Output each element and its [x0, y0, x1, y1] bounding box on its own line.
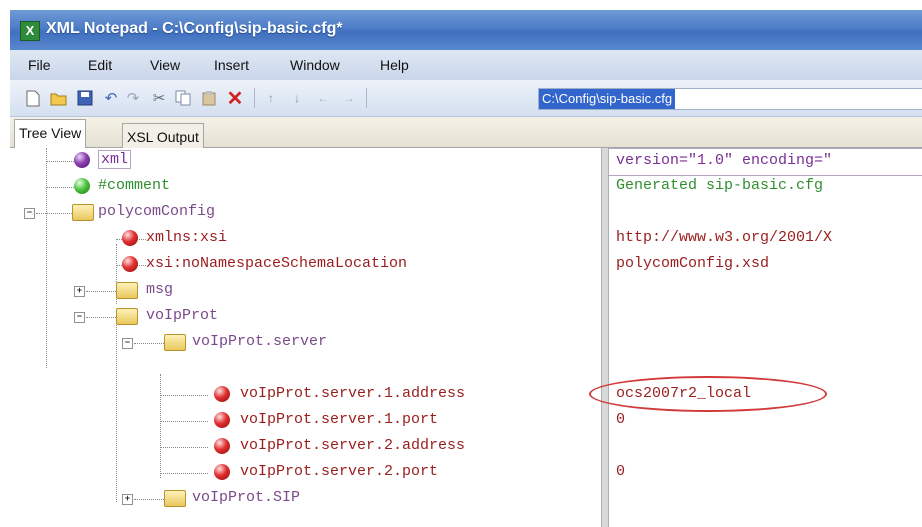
toolbar: ↶ ↷ ✂ ✕ ↑ ↓ ← → C:\Config\sip-basic.cfg: [10, 80, 922, 117]
toolbar-separator: [254, 88, 255, 108]
value-row[interactable]: version="1.0" encoding=": [608, 148, 922, 176]
tree-node-label: voIpProt.server.2.port: [240, 463, 439, 480]
value-row[interactable]: Generated sip-basic.cfg: [608, 174, 922, 200]
tree-node-label: voIpProt.server.1.address: [240, 385, 466, 402]
expand-toggle-icon[interactable]: +: [122, 494, 133, 505]
location-input[interactable]: C:\Config\sip-basic.cfg: [538, 88, 922, 110]
tree-node[interactable]: voIpProt.server.2.port: [10, 460, 601, 486]
tab-xsl-output[interactable]: XSL Output: [122, 123, 204, 150]
red-ball-icon: [214, 386, 230, 402]
menu-file[interactable]: File: [28, 57, 51, 73]
tree-node[interactable]: − voIpProt.server: [10, 330, 601, 356]
tree-node-label: voIpProt: [146, 307, 219, 324]
folder-icon: [72, 204, 94, 221]
red-ball-icon: [214, 464, 230, 480]
editor-panel: xml #comment − polycomConfig xmlns:xsi x…: [10, 148, 922, 527]
annotation-highlight-ellipse: [589, 376, 827, 412]
menu-view[interactable]: View: [150, 57, 180, 73]
value-text: 0: [616, 463, 626, 480]
save-icon[interactable]: [76, 89, 94, 107]
tree-node[interactable]: + voIpProt.SIP: [10, 486, 601, 512]
new-file-icon[interactable]: [24, 89, 42, 107]
value-text: polycomConfig.xsd: [616, 255, 770, 272]
value-text: Generated sip-basic.cfg: [616, 177, 824, 194]
undo-icon[interactable]: ↶: [102, 89, 120, 107]
value-text: 0: [616, 411, 626, 428]
expand-toggle-icon[interactable]: +: [74, 286, 85, 297]
red-ball-icon: [214, 438, 230, 454]
red-ball-icon: [122, 256, 138, 272]
red-ball-icon: [214, 412, 230, 428]
tree-node-label: voIpProt.server.1.port: [240, 411, 439, 428]
cut-icon[interactable]: ✂: [150, 89, 168, 107]
tree-node-label: xml: [98, 150, 132, 169]
collapse-toggle-icon[interactable]: −: [24, 208, 35, 219]
nudge-right-icon[interactable]: →: [340, 89, 358, 107]
menu-help[interactable]: Help: [380, 57, 409, 73]
value-text: http://www.w3.org/2001/X: [616, 229, 833, 246]
tree-node-label: polycomConfig: [98, 203, 216, 220]
tree-node-label: msg: [146, 281, 174, 298]
tree-node-label: voIpProt.server.2.address: [240, 437, 466, 454]
menu-edit[interactable]: Edit: [88, 57, 112, 73]
value-row[interactable]: http://www.w3.org/2001/X: [608, 226, 922, 252]
menu-insert[interactable]: Insert: [214, 57, 249, 73]
value-row[interactable]: 0: [608, 460, 922, 486]
tree-node-label: voIpProt.server: [192, 333, 328, 350]
green-ball-icon: [74, 178, 90, 194]
tab-bar: Tree View XSL Output: [10, 117, 922, 150]
collapse-toggle-icon[interactable]: −: [122, 338, 133, 349]
folder-icon: [116, 308, 138, 325]
delete-icon[interactable]: ✕: [226, 88, 244, 110]
menu-window[interactable]: Window: [290, 57, 340, 73]
menu-bar: File Edit View Insert Window Help: [10, 50, 922, 80]
tree-node[interactable]: #comment: [10, 174, 601, 200]
tree-node-label: xmlns:xsi: [146, 229, 228, 246]
tree-node[interactable]: xsi:noNamespaceSchemaLocation: [10, 252, 601, 278]
tree-node[interactable]: voIpProt.server.2.address: [10, 434, 601, 460]
nudge-left-icon[interactable]: ←: [314, 89, 332, 107]
tree-node[interactable]: xmlns:xsi: [10, 226, 601, 252]
tree-view-pane[interactable]: xml #comment − polycomConfig xmlns:xsi x…: [10, 148, 601, 527]
folder-icon: [164, 490, 186, 507]
toolbar-separator: [366, 88, 367, 108]
title-bar[interactable]: X XML Notepad - C:\Config\sip-basic.cfg*: [10, 10, 922, 50]
tree-node[interactable]: voIpProt.server.1.port: [10, 408, 601, 434]
paste-icon[interactable]: [200, 89, 218, 107]
xml-notepad-app-icon: X: [20, 21, 40, 41]
tree-node[interactable]: − polycomConfig: [10, 200, 601, 226]
collapse-toggle-icon[interactable]: −: [74, 312, 85, 323]
location-value: C:\Config\sip-basic.cfg: [539, 89, 676, 109]
value-row[interactable]: polycomConfig.xsd: [608, 252, 922, 278]
folder-icon: [164, 334, 186, 351]
open-folder-icon[interactable]: [50, 89, 68, 107]
value-row[interactable]: 0: [608, 408, 922, 434]
nudge-down-icon[interactable]: ↓: [288, 89, 306, 107]
purple-ball-icon: [74, 152, 90, 168]
tree-node-label: #comment: [98, 177, 171, 194]
tree-node[interactable]: xml: [10, 148, 601, 174]
tree-node-label: voIpProt.SIP: [192, 489, 301, 506]
redo-icon[interactable]: ↷: [124, 89, 142, 107]
value-text: version="1.0" encoding=": [616, 152, 833, 169]
red-ball-icon: [122, 230, 138, 246]
folder-icon: [116, 282, 138, 299]
tree-node[interactable]: − voIpProt: [10, 304, 601, 330]
nudge-up-icon[interactable]: ↑: [262, 89, 280, 107]
value-pane[interactable]: version="1.0" encoding=" Generated sip-b…: [608, 148, 922, 527]
window-title: XML Notepad - C:\Config\sip-basic.cfg*: [46, 20, 343, 37]
app-window: X XML Notepad - C:\Config\sip-basic.cfg*…: [10, 10, 922, 527]
tab-tree-view[interactable]: Tree View: [14, 119, 87, 150]
tree-node[interactable]: + msg: [10, 278, 601, 304]
tree-node-label: xsi:noNamespaceSchemaLocation: [146, 255, 408, 272]
copy-icon[interactable]: [174, 89, 192, 107]
tree-node[interactable]: voIpProt.server.1.address: [10, 382, 601, 408]
